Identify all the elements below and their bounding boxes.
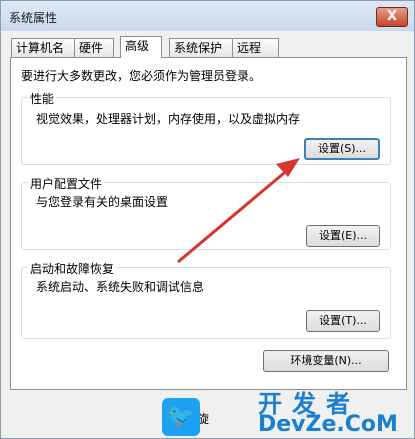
arrow-head — [276, 158, 300, 177]
arrow-shaft — [177, 166, 291, 264]
annotation-arrow — [177, 158, 300, 264]
watermark-text-bottom: DevZe.CoM — [258, 412, 398, 437]
tab-advanced[interactable]: 高级 — [120, 36, 162, 58]
twitter-bird-icon: 🐦 — [162, 398, 200, 436]
